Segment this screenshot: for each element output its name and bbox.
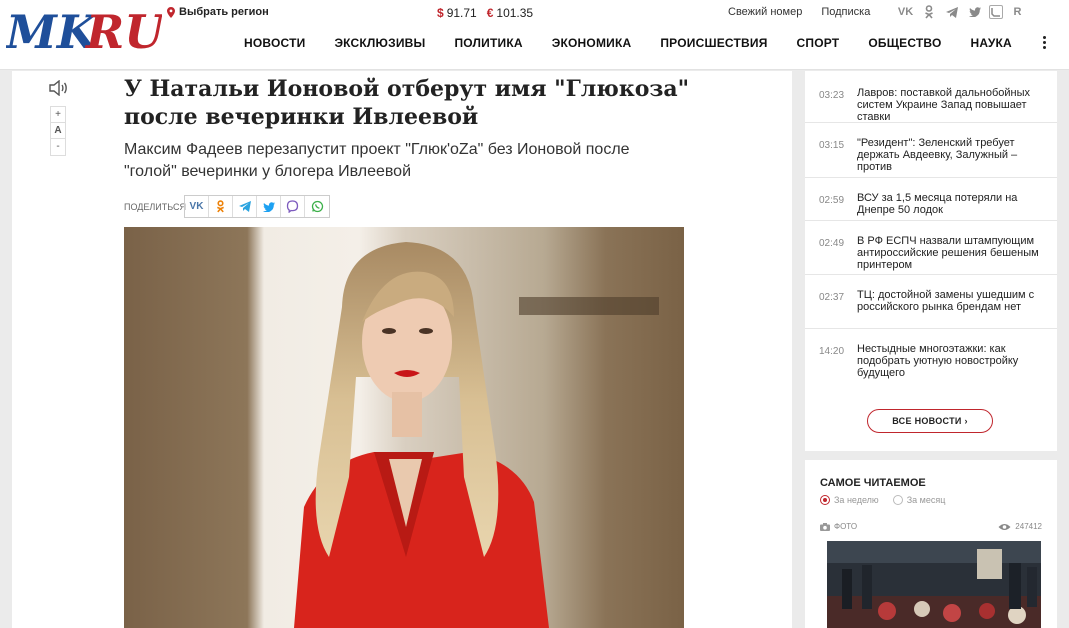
- most-read-title: САМОЕ ЧИТАЕМОЕ: [820, 477, 926, 489]
- nav-item-news[interactable]: НОВОСТИ: [244, 36, 305, 50]
- svg-text:MK: MK: [6, 5, 99, 56]
- font-increase-button[interactable]: +: [51, 107, 65, 123]
- share-label: ПОДЕЛИТЬСЯ: [124, 202, 186, 212]
- fresh-issue-link[interactable]: Свежий номер: [728, 6, 802, 18]
- mk-logo[interactable]: MK RU: [6, 4, 162, 56]
- share-telegram-icon[interactable]: [233, 196, 257, 217]
- news-item[interactable]: 14:20 Нестыдные многоэтажки: как подобра…: [805, 329, 1057, 389]
- share-buttons: VK: [184, 195, 330, 218]
- news-item[interactable]: 03:15 "Резидент": Зеленский требует держ…: [805, 123, 1057, 178]
- telegram-icon[interactable]: [943, 4, 960, 20]
- svg-text:RU: RU: [84, 5, 162, 56]
- most-read-meta: ФОТО 247412: [820, 522, 1042, 531]
- location-pin-icon: [167, 6, 175, 18]
- region-selector[interactable]: Выбрать регион: [167, 6, 269, 18]
- tab-month[interactable]: За месяц: [892, 495, 945, 505]
- share-ok-icon[interactable]: [209, 196, 233, 217]
- news-headline[interactable]: Нестыдные многоэтажки: как подобрать уют…: [857, 343, 1043, 389]
- vk-icon[interactable]: VK: [897, 4, 914, 20]
- nav-item-sport[interactable]: СПОРТ: [797, 36, 840, 50]
- camera-icon: [820, 522, 830, 531]
- news-time: 02:37: [819, 292, 845, 303]
- news-time: 02:49: [819, 238, 845, 249]
- article-title: У Натальи Ионовой отберут имя "Глюкоза" …: [124, 76, 690, 130]
- region-label: Выбрать регион: [179, 6, 269, 18]
- speaker-icon[interactable]: [48, 80, 68, 96]
- font-size-controls: + A -: [50, 106, 66, 156]
- news-item[interactable]: 02:37 ТЦ: достойной замены ушедшим с рос…: [805, 275, 1057, 329]
- news-feed: 03:23 Лавров: поставкой дальнобойных сис…: [805, 71, 1057, 451]
- font-reset-button[interactable]: A: [51, 123, 65, 139]
- news-headline[interactable]: ТЦ: достойной замены ушедшим с российско…: [857, 289, 1043, 328]
- twitter-icon[interactable]: [966, 4, 983, 20]
- livejournal-icon[interactable]: [989, 5, 1003, 19]
- social-links: VK R: [897, 4, 1026, 20]
- tab-week[interactable]: За неделю: [820, 495, 879, 505]
- nav-item-incidents[interactable]: ПРОИСШЕСТВИЯ: [660, 36, 767, 50]
- share-viber-icon[interactable]: [281, 196, 305, 217]
- news-headline[interactable]: В РФ ЕСПЧ назвали штампующим антироссийс…: [857, 235, 1043, 274]
- top-header: MK RU Выбрать регион $91.71 €101.35 Свеж…: [0, 0, 1069, 70]
- news-time: 03:23: [819, 90, 845, 101]
- ok-icon[interactable]: [920, 4, 937, 20]
- nav-item-politics[interactable]: ПОЛИТИКА: [454, 36, 522, 50]
- most-read-tabs: За неделю За месяц: [820, 495, 945, 505]
- all-news-button[interactable]: ВСЕ НОВОСТИ ›: [867, 409, 993, 433]
- currency-rates: $91.71 €101.35: [437, 6, 533, 20]
- nav-item-science[interactable]: НАУКА: [971, 36, 1012, 50]
- top-links: Свежий номер Подписка: [728, 6, 870, 18]
- news-item[interactable]: 02:59 ВСУ за 1,5 месяца потеряли на Днеп…: [805, 178, 1057, 221]
- share-vk-icon[interactable]: VK: [185, 196, 209, 217]
- radio-selected-icon: [820, 495, 830, 505]
- article-subtitle: Максим Фадеев перезапустит проект "Глюк'…: [124, 141, 630, 180]
- news-headline[interactable]: ВСУ за 1,5 месяца потеряли на Днепре 50 …: [857, 192, 1043, 220]
- nav-item-exclusives[interactable]: ЭКСКЛЮЗИВЫ: [334, 36, 425, 50]
- eye-icon: [998, 523, 1011, 530]
- rss-icon[interactable]: R: [1009, 4, 1026, 20]
- article-photo[interactable]: [124, 227, 684, 628]
- news-time: 14:20: [819, 346, 845, 357]
- news-time: 03:15: [819, 140, 845, 151]
- more-menu-icon[interactable]: [1041, 36, 1047, 50]
- most-read-block: САМОЕ ЧИТАЕМОЕ За неделю За месяц ФОТО 2…: [805, 460, 1057, 628]
- photo-label: ФОТО: [820, 522, 857, 531]
- news-headline[interactable]: Лавров: поставкой дальнобойных систем Ук…: [857, 87, 1043, 123]
- most-read-photo[interactable]: [827, 541, 1041, 628]
- currency-usd: $91.71: [437, 6, 477, 20]
- news-item[interactable]: 02:49 В РФ ЕСПЧ назвали штампующим антир…: [805, 221, 1057, 275]
- nav-item-society[interactable]: ОБЩЕСТВО: [868, 36, 941, 50]
- currency-eur: €101.35: [486, 6, 534, 20]
- news-time: 02:59: [819, 195, 845, 206]
- main-nav: НОВОСТИ ЭКСКЛЮЗИВЫ ПОЛИТИКА ЭКОНОМИКА ПР…: [244, 36, 1041, 50]
- radio-icon: [892, 495, 903, 505]
- share-twitter-icon[interactable]: [257, 196, 281, 217]
- subscription-link[interactable]: Подписка: [821, 6, 870, 18]
- share-whatsapp-icon[interactable]: [305, 196, 329, 217]
- views-count: 247412: [998, 522, 1042, 531]
- font-decrease-button[interactable]: -: [51, 139, 65, 155]
- news-item[interactable]: 03:23 Лавров: поставкой дальнобойных сис…: [805, 71, 1057, 123]
- news-headline[interactable]: "Резидент": Зеленский требует держать Ав…: [857, 137, 1043, 177]
- nav-item-economy[interactable]: ЭКОНОМИКА: [552, 36, 632, 50]
